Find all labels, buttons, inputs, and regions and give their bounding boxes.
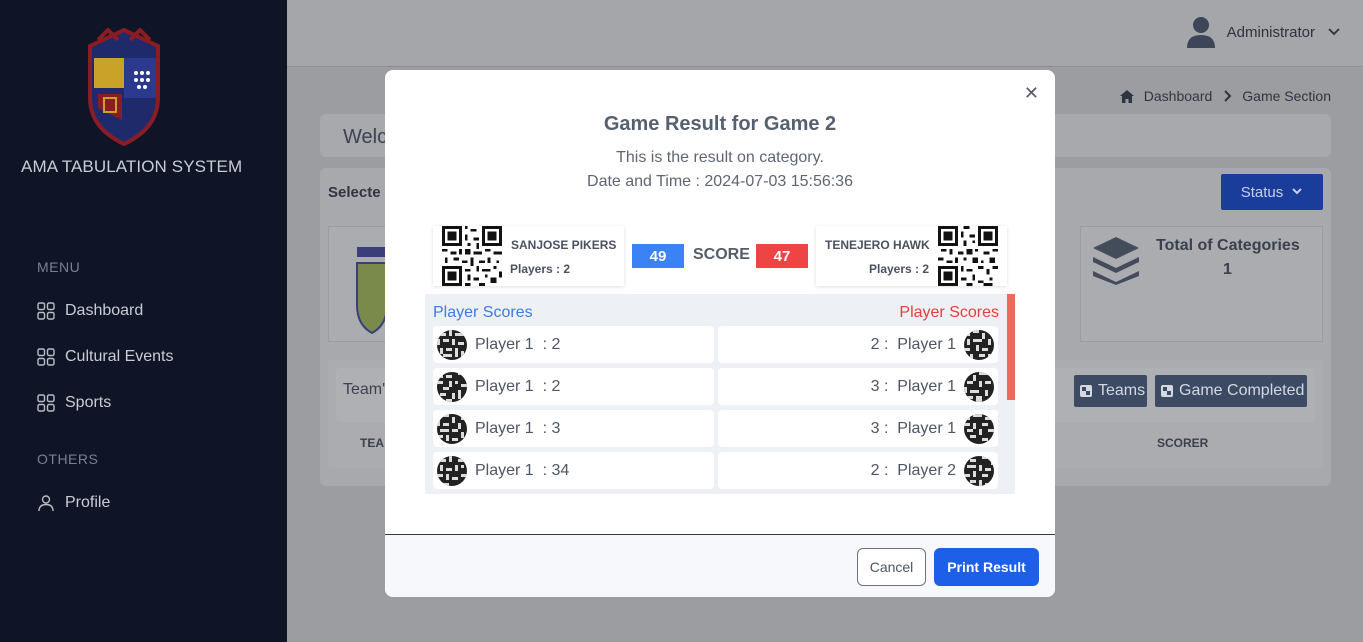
menu-section-label: MENU <box>37 259 81 275</box>
player-scores-left-heading: Player Scores <box>433 304 533 321</box>
grid-icon <box>37 348 55 366</box>
team-card-right: TENEJERO HAWK Players : 2 <box>816 226 1007 286</box>
sidebar-item-label: Dashboard <box>65 302 144 319</box>
total-categories-label: Total of Categories <box>1156 237 1300 254</box>
sidebar-item-profile[interactable]: Profile <box>37 494 110 512</box>
sidebar-item-label: Sports <box>65 394 112 411</box>
right-player-text: 3 : Player 1 <box>870 419 956 437</box>
team-card-left: SANJOSE PIKERS Players : 2 <box>433 226 624 286</box>
game-completed-button[interactable]: Game Completed <box>1155 375 1307 407</box>
home-icon <box>1119 89 1134 103</box>
top-bar: Administrator <box>287 0 1363 67</box>
player-avatar-image <box>964 455 994 486</box>
right-player-row: 3 : Player 1 <box>718 368 998 405</box>
team-right-players: Players : 2 <box>869 262 930 276</box>
checkbox-icon <box>1080 385 1092 397</box>
right-player-row: 2 : Player 1 <box>718 326 998 363</box>
sidebar-item-label: Cultural Events <box>65 348 174 365</box>
player-avatar-image <box>964 329 994 360</box>
user-icon <box>38 495 54 512</box>
teams-button[interactable]: Teams <box>1074 375 1147 407</box>
teams-button-label: Teams <box>1098 382 1146 399</box>
game-completed-button-label: Game Completed <box>1179 382 1305 399</box>
left-player-text: Player 1 : 34 <box>475 461 570 479</box>
categories-card: Total of Categories 1 <box>1080 226 1323 342</box>
ama-logo <box>88 28 160 146</box>
left-player-row: Player 1 : 2 <box>433 368 714 405</box>
team-left-players: Players : 2 <box>510 262 571 276</box>
grid-icon <box>37 394 55 412</box>
breadcrumb-current: Game Section <box>1242 88 1331 104</box>
chevron-right-icon <box>1224 90 1232 102</box>
print-result-button[interactable]: Print Result <box>934 548 1039 586</box>
column-header-scorer: SCORER <box>1157 436 1209 450</box>
team-left-name: SANJOSE PIKERS <box>511 238 617 252</box>
sidebar-item-cultural-events[interactable]: Cultural Events <box>37 348 174 366</box>
modal-datetime: Date and Time : 2024-07-03 15:56:36 <box>587 173 853 190</box>
total-categories-value: 1 <box>1223 261 1232 278</box>
team-right-qr-image <box>938 226 998 286</box>
status-button[interactable]: Status <box>1221 174 1323 210</box>
right-player-row: 3 : Player 1 <box>718 410 998 447</box>
right-player-text: 2 : Player 2 <box>870 461 956 479</box>
scrollbar-thumb[interactable] <box>1007 294 1015 400</box>
player-avatar-image <box>964 413 994 444</box>
left-player-row: Player 1 : 3 <box>433 410 714 447</box>
brand-title: AMA TABULATION SYSTEM <box>21 157 243 176</box>
left-player-text: Player 1 : 3 <box>475 419 561 437</box>
status-button-label: Status <box>1240 183 1284 201</box>
player-avatar-image <box>437 371 467 402</box>
score-label: SCORE <box>693 246 750 263</box>
close-icon[interactable]: ✕ <box>1024 83 1039 104</box>
player-avatar-image <box>437 455 467 486</box>
team-left-score: 49 <box>632 244 684 268</box>
teams-label: Team' <box>343 381 386 398</box>
team-right-name: TENEJERO HAWK <box>825 238 930 252</box>
left-player-row: Player 1 : 34 <box>433 452 714 489</box>
column-header-team: TEA <box>360 436 384 450</box>
modal-subtitle: This is the result on category. <box>616 149 824 166</box>
right-player-text: 2 : Player 1 <box>870 335 956 353</box>
avatar-icon <box>1186 17 1215 48</box>
grid-icon <box>37 302 55 320</box>
team-left-qr-image <box>442 226 502 286</box>
player-scores-panel[interactable]: Player Scores Player Scores Player 1 : 2… <box>425 294 1015 494</box>
modal-footer: Cancel Print Result <box>385 534 1055 597</box>
sidebar-item-dashboard[interactable]: Dashboard <box>37 302 143 320</box>
player-scores-right-heading: Player Scores <box>899 304 999 321</box>
checkbox-icon <box>1161 385 1173 397</box>
left-player-text: Player 1 : 2 <box>475 335 561 353</box>
team-logo-card <box>328 226 388 342</box>
selected-label: Selecte <box>328 184 381 201</box>
user-menu[interactable]: Administrator <box>1186 16 1341 48</box>
team-right-score: 47 <box>756 244 808 268</box>
right-player-text: 3 : Player 1 <box>870 377 956 395</box>
breadcrumb-home[interactable]: Dashboard <box>1144 88 1213 104</box>
modal-title: Game Result for Game 2 <box>603 113 837 135</box>
player-avatar-image <box>437 329 467 360</box>
others-section-label: OTHERS <box>37 451 99 467</box>
sidebar: AMA TABULATION SYSTEM MENU Dashboard Cul… <box>0 0 287 642</box>
player-avatar-image <box>437 413 467 444</box>
player-avatar-image <box>964 371 994 402</box>
left-player-row: Player 1 : 2 <box>433 326 714 363</box>
sidebar-item-sports[interactable]: Sports <box>37 394 111 412</box>
user-name: Administrator <box>1226 23 1315 41</box>
breadcrumb: Dashboard Game Section <box>1119 88 1331 104</box>
layers-icon <box>1093 237 1139 285</box>
right-player-row: 2 : Player 2 <box>718 452 998 489</box>
cancel-button[interactable]: Cancel <box>857 548 926 586</box>
sidebar-item-label: Profile <box>65 494 111 511</box>
game-result-modal: ✕ Game Result for Game 2 This is the res… <box>385 70 1055 597</box>
chevron-down-icon <box>1328 28 1340 36</box>
left-player-text: Player 1 : 2 <box>475 377 561 395</box>
chevron-down-icon <box>1292 188 1302 195</box>
scrollbar-track[interactable] <box>1007 294 1015 494</box>
